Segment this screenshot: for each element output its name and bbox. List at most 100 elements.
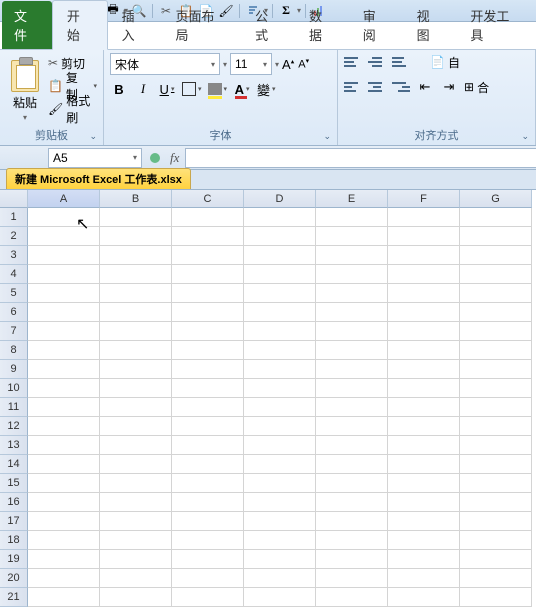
row-header[interactable]: 18 (0, 531, 28, 550)
cell[interactable] (244, 398, 316, 417)
cell[interactable] (100, 208, 172, 227)
row-header[interactable]: 14 (0, 455, 28, 474)
cell[interactable] (172, 379, 244, 398)
row-header[interactable]: 20 (0, 569, 28, 588)
cell[interactable] (244, 455, 316, 474)
cell[interactable] (244, 227, 316, 246)
cell[interactable] (244, 322, 316, 341)
cell[interactable] (172, 417, 244, 436)
tab-formula[interactable]: 公式 (241, 1, 295, 49)
cell[interactable] (244, 360, 316, 379)
format-painter-button[interactable]: 🖌格式刷 (48, 99, 97, 119)
cell[interactable] (316, 227, 388, 246)
cell[interactable] (28, 322, 100, 341)
cell[interactable] (28, 531, 100, 550)
column-header[interactable]: G (460, 190, 532, 208)
column-header[interactable]: B (100, 190, 172, 208)
cell[interactable] (172, 284, 244, 303)
tab-review[interactable]: 审阅 (349, 1, 403, 49)
cell[interactable] (388, 474, 460, 493)
cell[interactable] (172, 208, 244, 227)
align-top-icon[interactable] (344, 53, 362, 71)
cell[interactable] (100, 474, 172, 493)
cell[interactable] (388, 493, 460, 512)
cell[interactable] (460, 417, 532, 436)
cell[interactable] (28, 398, 100, 417)
cell[interactable] (172, 360, 244, 379)
cell[interactable] (316, 246, 388, 265)
cell[interactable] (100, 227, 172, 246)
cell[interactable] (460, 436, 532, 455)
cell[interactable] (28, 246, 100, 265)
cell[interactable] (460, 341, 532, 360)
cell[interactable] (172, 341, 244, 360)
tab-page-layout[interactable]: 页面布局 (161, 1, 241, 49)
tab-view[interactable]: 视图 (403, 1, 457, 49)
cell[interactable] (316, 531, 388, 550)
cell[interactable] (460, 398, 532, 417)
decrease-indent-icon[interactable]: ⇤ (416, 77, 434, 97)
cell[interactable] (244, 379, 316, 398)
cell[interactable] (28, 360, 100, 379)
row-header[interactable]: 9 (0, 360, 28, 379)
cell[interactable] (316, 417, 388, 436)
cell[interactable] (388, 379, 460, 398)
column-header[interactable]: E (316, 190, 388, 208)
increase-indent-icon[interactable]: ⇥ (440, 77, 458, 97)
row-header[interactable]: 7 (0, 322, 28, 341)
cell[interactable] (388, 360, 460, 379)
cell[interactable] (28, 474, 100, 493)
select-all-corner[interactable] (0, 190, 28, 208)
row-header[interactable]: 8 (0, 341, 28, 360)
cell[interactable] (28, 417, 100, 436)
cell[interactable] (460, 531, 532, 550)
italic-button[interactable]: I (134, 79, 152, 99)
cell[interactable] (100, 341, 172, 360)
cell[interactable] (244, 512, 316, 531)
cell[interactable] (28, 493, 100, 512)
cell[interactable] (28, 265, 100, 284)
cell[interactable] (172, 265, 244, 284)
column-header[interactable]: A (28, 190, 100, 208)
cell[interactable] (460, 550, 532, 569)
cell[interactable] (316, 512, 388, 531)
fill-color-button[interactable] (208, 79, 228, 99)
cell[interactable] (316, 436, 388, 455)
cell[interactable] (172, 436, 244, 455)
column-header[interactable]: C (172, 190, 244, 208)
cell[interactable] (100, 436, 172, 455)
cell[interactable] (244, 417, 316, 436)
merge-cells-button[interactable]: ⊞合 (464, 79, 489, 96)
cell[interactable] (28, 379, 100, 398)
align-center-icon[interactable] (368, 78, 386, 96)
cell[interactable] (172, 398, 244, 417)
cell[interactable] (28, 303, 100, 322)
cell[interactable] (316, 360, 388, 379)
cell[interactable] (100, 265, 172, 284)
row-header[interactable]: 10 (0, 379, 28, 398)
cell[interactable] (172, 227, 244, 246)
cell[interactable] (244, 569, 316, 588)
cell[interactable] (244, 208, 316, 227)
cell[interactable] (460, 303, 532, 322)
cell[interactable] (100, 360, 172, 379)
cell[interactable] (388, 246, 460, 265)
decrease-font-icon[interactable]: A▾ (298, 57, 309, 72)
cell[interactable] (316, 341, 388, 360)
cell[interactable] (316, 208, 388, 227)
cell[interactable] (460, 455, 532, 474)
name-box[interactable]: A5▾ (48, 148, 142, 168)
cell[interactable] (460, 474, 532, 493)
column-header[interactable]: F (388, 190, 460, 208)
row-header[interactable]: 17 (0, 512, 28, 531)
cell[interactable] (316, 550, 388, 569)
cell[interactable] (244, 341, 316, 360)
row-header[interactable]: 12 (0, 417, 28, 436)
cell[interactable] (460, 208, 532, 227)
font-size-select[interactable]: 11▾ (230, 53, 272, 75)
cell[interactable] (172, 493, 244, 512)
cell[interactable] (172, 303, 244, 322)
bold-button[interactable]: B (110, 79, 128, 99)
cell[interactable] (388, 341, 460, 360)
font-name-select[interactable]: 宋体▾ (110, 53, 220, 75)
